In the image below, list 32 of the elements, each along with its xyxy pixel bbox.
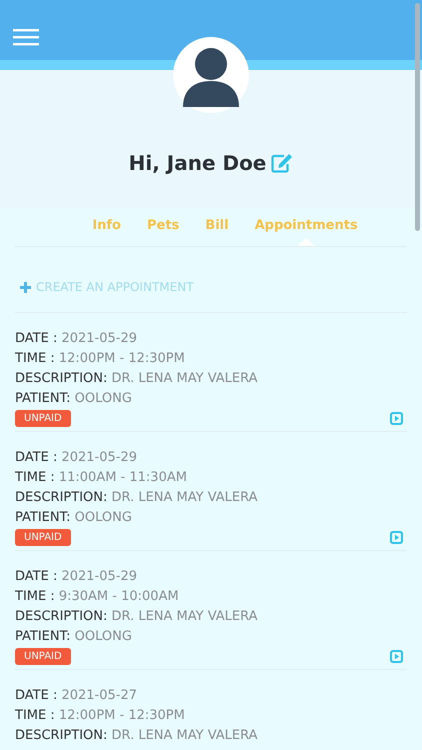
appointment-detail: DATE : 2021-05-29 <box>15 568 138 586</box>
greeting: Hi, Jane Doe <box>128 151 266 175</box>
tab[interactable]: Appointments <box>254 218 358 246</box>
appointment-detail: TIME : 12:00PM - 12:30PM <box>15 350 186 368</box>
tab[interactable]: Bill <box>205 218 229 246</box>
status-badge: UNPAID <box>15 529 71 546</box>
play-icon[interactable] <box>390 650 403 663</box>
appointment-detail: DATE : 2021-05-29 <box>15 449 138 467</box>
appointment-detail: DESCRIPTION: DR. LENA MAY VALERA <box>15 727 259 745</box>
status-badge: UNPAID <box>15 648 71 665</box>
play-icon[interactable] <box>390 412 403 425</box>
create-appointment-link[interactable]: CREATE AN APPOINTMENT <box>36 280 194 294</box>
appointment-detail: TIME : 12:00PM - 12:30PM <box>15 707 186 725</box>
appointment-detail: TIME : 11:00AM - 11:30AM <box>15 469 188 487</box>
scrollbar[interactable] <box>415 3 420 231</box>
appointment-detail: DATE : 2021-05-27 <box>15 687 138 705</box>
tab[interactable]: Info <box>92 218 121 246</box>
edit-icon[interactable] <box>271 153 294 173</box>
appointment-detail: PATIENT: OOLONG <box>15 509 133 527</box>
avatar-icon <box>173 37 249 113</box>
appointment-detail: DATE : 2021-05-29 <box>15 330 138 348</box>
appointment-detail: DESCRIPTION: DR. LENA MAY VALERA <box>15 370 259 388</box>
menu-icon[interactable] <box>13 28 39 46</box>
play-icon[interactable] <box>390 531 403 544</box>
appointment-detail: PATIENT: OOLONG <box>15 390 133 408</box>
appointment-detail: TIME : 9:30AM - 10:00AM <box>15 588 180 606</box>
appointment-detail: PATIENT: OOLONG <box>15 628 133 646</box>
plus-icon[interactable] <box>20 282 31 292</box>
status-badge: UNPAID <box>15 410 71 427</box>
tab[interactable]: Pets <box>147 218 180 246</box>
appointment-detail: DESCRIPTION: DR. LENA MAY VALERA <box>15 608 259 626</box>
appointment-detail: DESCRIPTION: DR. LENA MAY VALERA <box>15 489 259 507</box>
